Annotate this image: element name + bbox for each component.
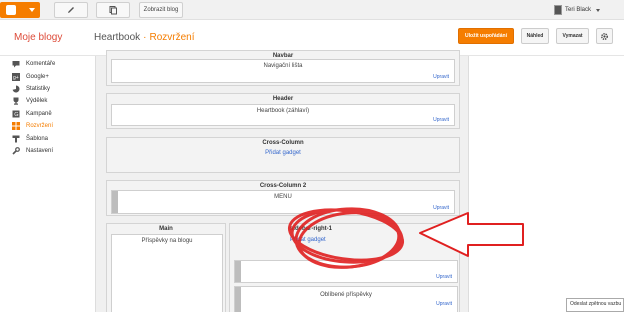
blogger-logo-icon [6,5,16,15]
header-gadget[interactable]: Heartbook (záhlaví) Upravit [111,104,455,126]
sidebar-item-label: Nastavení [26,147,54,154]
save-arrangement-button[interactable]: Uložit uspořádání [458,28,514,44]
gadget-title: Oblíbené příspěvky [320,292,372,298]
google-plus-icon: g+ [12,72,20,81]
svg-text:g+: g+ [13,75,19,81]
wrench-icon [12,147,20,155]
sidebar-item-template[interactable]: Šablona [12,132,72,144]
edit-link[interactable]: Upravit [433,117,449,123]
avatar [553,5,562,15]
sidebar-item-label: Šablona [26,135,49,142]
sidebar-item-label: Výdělek [26,98,48,105]
page-title: Rozvržení [149,32,195,43]
preview-button[interactable]: Náhled [521,28,549,44]
sidebar-item-label: Statistiky [26,85,51,92]
sidebar-right-1-section: sidebar-right-1 Přidat gadget Upravit Ob… [229,223,460,312]
navbar-section: Navbar Navigační lišta Upravit [106,50,460,86]
posts-list-button[interactable] [96,2,130,18]
chevron-down-icon [596,8,600,12]
sidebar-item-google-plus[interactable]: g+ Google+ [12,70,72,82]
section-title: Cross-Column 2 [259,183,307,189]
left-nav: Komentáře g+ Google+ Statistiky Výdělek … [12,58,72,157]
user-name: Teri Black [564,7,591,13]
blog-posts-gadget[interactable]: Příspěvky na blogu [111,234,223,312]
chevron-down-icon [29,8,35,12]
svg-text:G: G [14,112,18,118]
sidebar-item-label: Kampaně [26,110,52,117]
gadget-title: Příspěvky na blogu [141,238,193,244]
campaign-icon: G [12,110,20,118]
account-menu[interactable]: Teri Black [553,5,600,15]
breadcrumb-separator: · [143,32,147,43]
top-bar: Zobrazit blog Teri Black [0,0,624,20]
section-title: sidebar-right-1 [290,226,333,232]
feedback-tooltip[interactable]: Odeslat zpětnou vazbu [566,298,624,312]
edit-link[interactable]: Upravit [436,274,452,280]
layout-editor: Navbar Navigační lišta Upravit Header He… [95,50,469,312]
sidebar-item-campaigns[interactable]: G Kampaně [12,108,72,120]
gadget-title: MENU [274,194,292,200]
sidebar-item-earnings[interactable]: Výdělek [12,95,72,107]
new-post-button[interactable] [54,2,88,18]
section-title: Cross-Column [262,140,304,146]
cross-column-section: Cross-Column Přidat gadget [106,137,460,173]
stats-icon [12,85,20,93]
drag-handle[interactable] [235,261,241,282]
breadcrumb: Heartbook · Rozvržení [94,32,195,43]
add-gadget-link[interactable]: Přidat gadget [107,150,459,156]
my-blogs-link[interactable]: Moje blogy [14,32,62,43]
popular-posts-gadget[interactable]: Oblíbené příspěvky Upravit [234,286,458,312]
sidebar-gadget[interactable]: Upravit [234,260,458,283]
section-title: Main [159,226,173,232]
trophy-icon [13,97,19,106]
drag-handle[interactable] [235,287,241,312]
edit-link[interactable]: Upravit [436,301,452,307]
sidebar-item-stats[interactable]: Statistiky [12,83,72,95]
main-section: Main Příspěvky na blogu [106,223,226,312]
sidebar-item-comments[interactable]: Komentáře [12,58,72,70]
clear-button[interactable]: Vymazat [556,28,589,44]
sidebar-item-settings[interactable]: Nastavení [12,145,72,157]
edit-link[interactable]: Upravit [433,205,449,211]
navbar-gadget[interactable]: Navigační lišta Upravit [111,59,455,83]
gadget-title: Heartbook (záhlaví) [256,108,310,114]
section-title: Header [272,96,294,102]
cross-column-2-section: Cross-Column 2 MENU Upravit [106,180,460,216]
blog-name[interactable]: Heartbook [94,32,140,43]
pencil-icon [68,7,74,13]
header-section: Header Heartbook (záhlaví) Upravit [106,93,460,129]
comment-icon [12,61,20,68]
settings-button[interactable] [596,28,613,44]
add-gadget-link[interactable]: Přidat gadget [290,237,326,243]
view-blog-button[interactable]: Zobrazit blog [139,2,183,18]
blogger-menu-button[interactable] [0,2,40,18]
edit-link[interactable]: Upravit [433,74,449,80]
copy-icon [109,6,117,15]
sidebar-item-label: Komentáře [26,61,56,68]
layout-icon [12,122,20,131]
gear-icon [601,32,608,40]
menu-gadget[interactable]: MENU Upravit [111,190,455,214]
template-icon [12,135,20,143]
sidebar-item-layout[interactable]: Rozvržení [12,120,72,132]
sidebar-item-label: Rozvržení [26,123,54,130]
sidebar-item-label: Google+ [26,73,49,80]
gadget-title: Navigační lišta [263,63,303,69]
